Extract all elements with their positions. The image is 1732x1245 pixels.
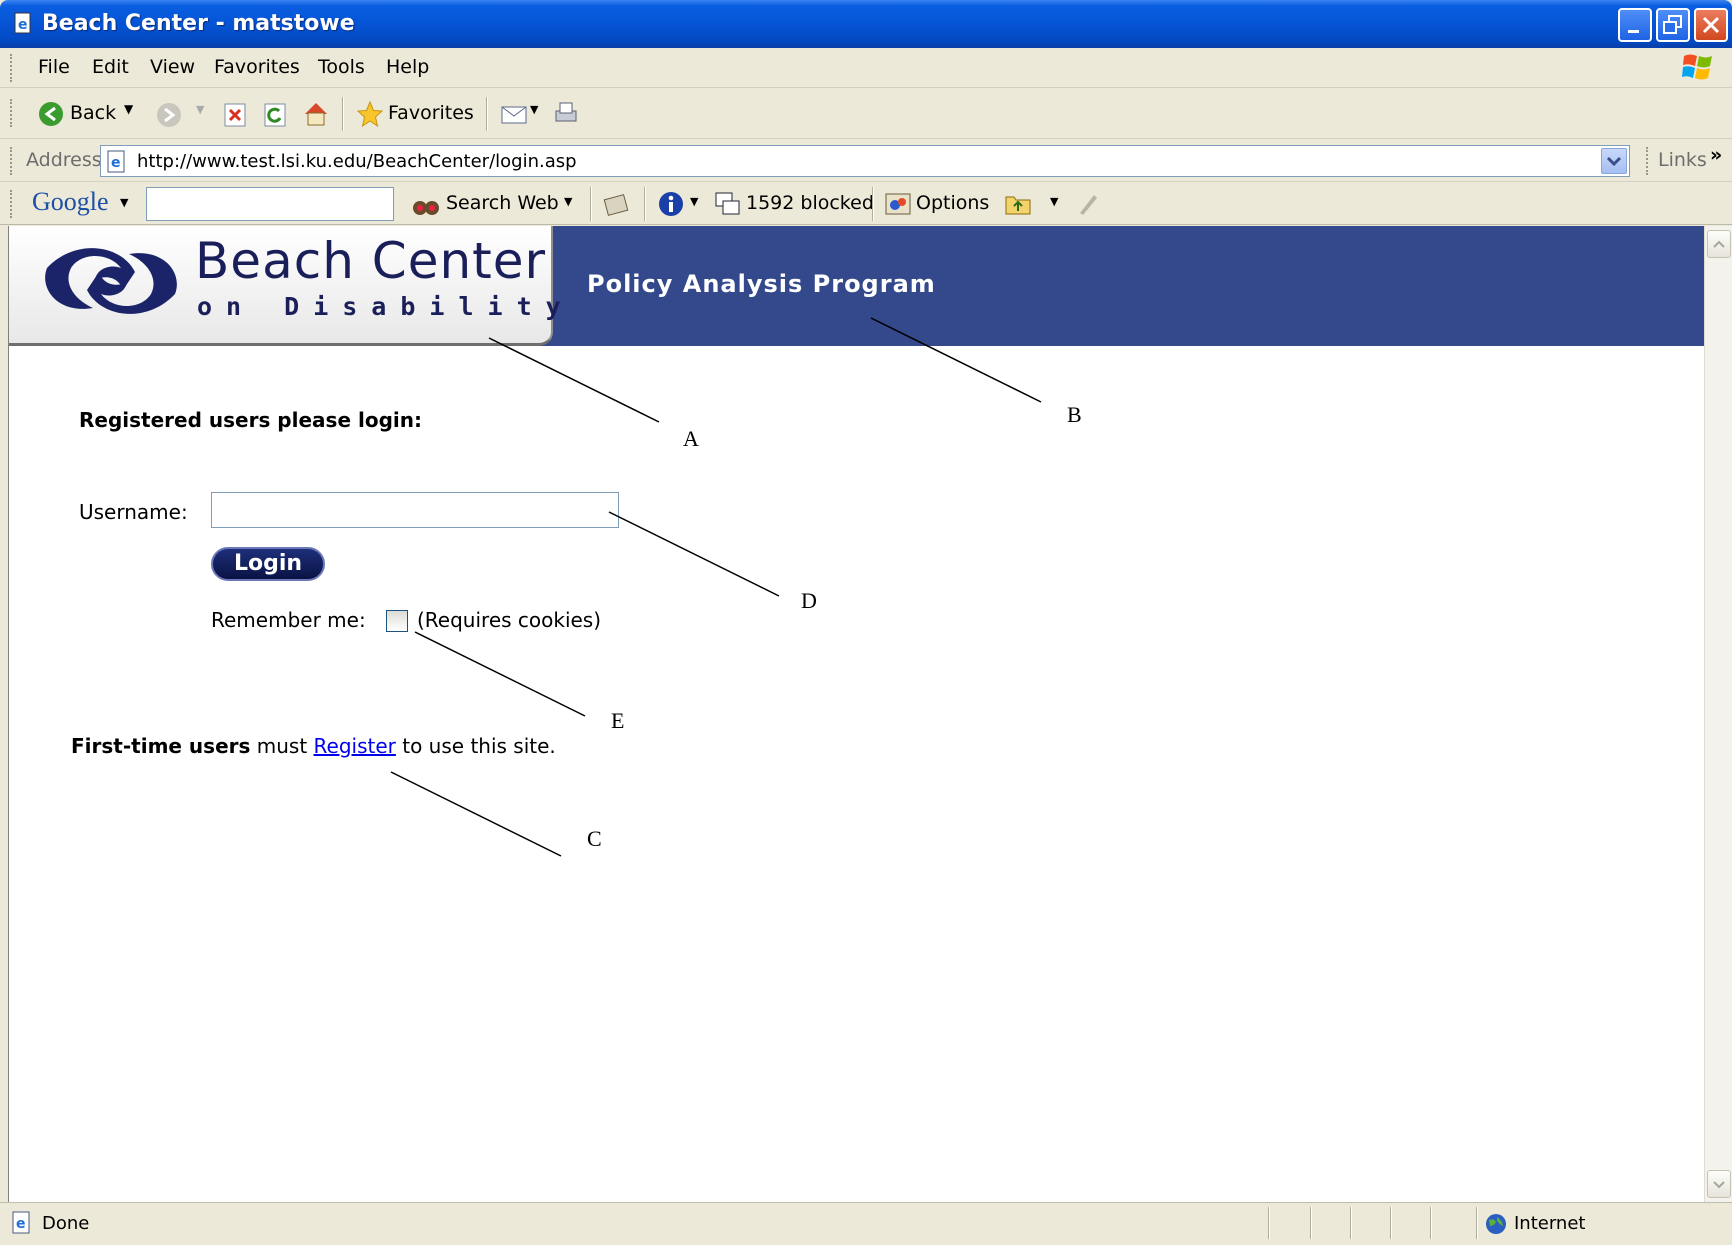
info-icon[interactable] [658, 191, 684, 217]
toolbar-separator [486, 97, 488, 131]
home-icon[interactable] [302, 100, 330, 128]
annotation-line-d [608, 511, 780, 597]
mail-dropdown-icon[interactable]: ▼ [530, 103, 538, 116]
svg-text:e: e [18, 17, 28, 33]
toolbar-separator [872, 187, 874, 221]
toolbar-separator [342, 97, 344, 131]
page-viewport: Beach Center on Disability Policy Analys… [8, 226, 1704, 1202]
chevron-right-icon[interactable]: » [1710, 144, 1722, 166]
menu-tools[interactable]: Tools [318, 56, 365, 78]
status-bar: e Done Internet [0, 1202, 1732, 1245]
restore-icon [1663, 15, 1682, 34]
menu-help[interactable]: Help [386, 56, 429, 78]
close-icon [1702, 16, 1720, 34]
back-arrow-icon[interactable] [38, 101, 64, 127]
minimize-button[interactable] [1618, 8, 1652, 42]
status-separator [1430, 1207, 1432, 1239]
toolbar-separator [590, 187, 592, 221]
google-menu-dropdown-icon[interactable]: ▼ [120, 196, 128, 209]
links-button[interactable]: Links [1658, 149, 1707, 171]
menu-bar: File Edit View Favorites Tools Help [0, 48, 1732, 88]
annotation-line-e [414, 631, 586, 717]
annotation-line-c [390, 771, 562, 857]
search-web-dropdown-icon[interactable]: ▼ [564, 195, 572, 208]
vertical-scrollbar[interactable] [1704, 226, 1732, 1202]
stop-icon[interactable] [224, 103, 246, 127]
google-logo[interactable]: Google [32, 187, 109, 217]
restore-button[interactable] [1656, 8, 1690, 42]
search-web-button[interactable]: Search Web [446, 192, 559, 214]
back-dropdown-icon[interactable]: ▼ [124, 102, 133, 116]
news-icon[interactable] [602, 191, 632, 219]
minimize-icon [1628, 30, 1639, 33]
toolbar-separator [644, 187, 646, 221]
ie-page-icon: e [12, 1211, 30, 1234]
folder-dropdown-icon[interactable]: ▼ [1050, 195, 1058, 208]
folder-up-icon[interactable] [1004, 191, 1032, 217]
svg-text:e: e [16, 1216, 26, 1232]
popups-blocked-count[interactable]: 1592 blocked [746, 192, 874, 214]
mail-icon[interactable] [500, 101, 530, 127]
internet-globe-icon [1486, 1214, 1506, 1234]
address-dropdown-button[interactable] [1601, 148, 1627, 174]
print-icon[interactable] [552, 99, 580, 127]
menu-file[interactable]: File [38, 56, 70, 78]
google-toolbar: Google ▼ Search Web ▼ ▼ 1592 blocked Opt… [0, 183, 1732, 225]
annotation-label-c: C [587, 826, 602, 851]
back-button[interactable]: Back [70, 102, 116, 124]
chevron-down-icon [1713, 1181, 1725, 1189]
toolbar-grip[interactable] [10, 54, 13, 82]
annotation-lines [390, 317, 1042, 857]
refresh-icon[interactable] [264, 103, 286, 127]
toolbar-grip[interactable] [1646, 147, 1649, 175]
info-dropdown-icon[interactable]: ▼ [690, 195, 698, 208]
annotation-line-b [870, 317, 1042, 403]
menu-favorites[interactable]: Favorites [214, 56, 300, 78]
status-separator [1350, 1207, 1352, 1239]
status-separator [1390, 1207, 1392, 1239]
scroll-down-button[interactable] [1707, 1170, 1731, 1198]
chevron-down-icon [1606, 156, 1622, 167]
scroll-up-button[interactable] [1707, 230, 1731, 258]
forward-dropdown-icon[interactable]: ▼ [196, 103, 204, 116]
options-button[interactable]: Options [916, 192, 989, 214]
annotation-label-a: A [683, 426, 699, 451]
address-label: Address [26, 149, 102, 171]
browser-window: e Beach Center - matstowe File Edit View… [0, 0, 1732, 1245]
windows-logo-icon [1682, 54, 1712, 80]
status-separator [1476, 1207, 1478, 1239]
forward-arrow-icon[interactable] [156, 102, 182, 128]
toolbar-grip[interactable] [10, 147, 13, 175]
svg-text:e: e [111, 155, 121, 171]
popup-blocker-icon[interactable] [714, 191, 742, 217]
status-separator [1268, 1207, 1270, 1239]
status-separator [1310, 1207, 1312, 1239]
google-search-input[interactable] [146, 187, 394, 221]
address-url: http://www.test.lsi.ku.edu/BeachCenter/l… [137, 151, 577, 172]
status-text: Done [42, 1213, 90, 1234]
options-icon[interactable] [884, 191, 912, 217]
ie-page-icon: e [107, 150, 125, 173]
favorites-star-icon[interactable] [356, 100, 384, 128]
window-title: Beach Center - matstowe [42, 11, 355, 36]
toolbar-grip[interactable] [10, 99, 13, 127]
address-toolbar: Address e http://www.test.lsi.ku.edu/Bea… [0, 140, 1732, 182]
menu-edit[interactable]: Edit [92, 56, 129, 78]
highlighter-icon[interactable] [1074, 191, 1100, 217]
standard-toolbar: Back ▼ ▼ Favorites ▼ [0, 89, 1732, 139]
address-input[interactable]: e http://www.test.lsi.ku.edu/BeachCenter… [100, 145, 1630, 177]
title-bar[interactable]: e Beach Center - matstowe [0, 0, 1732, 48]
annotation-line-a [488, 337, 660, 423]
toolbar-grip[interactable] [10, 190, 13, 218]
annotation-label-b: B [1067, 402, 1082, 427]
annotation-label-e: E [611, 708, 625, 733]
close-button[interactable] [1694, 8, 1728, 42]
favorites-button[interactable]: Favorites [388, 102, 474, 124]
ie-page-icon: e [14, 12, 31, 34]
chevron-up-icon [1713, 240, 1725, 248]
menu-view[interactable]: View [150, 56, 195, 78]
binoculars-icon[interactable] [412, 192, 440, 218]
annotation-label-d: D [801, 588, 817, 613]
security-zone: Internet [1514, 1213, 1586, 1234]
